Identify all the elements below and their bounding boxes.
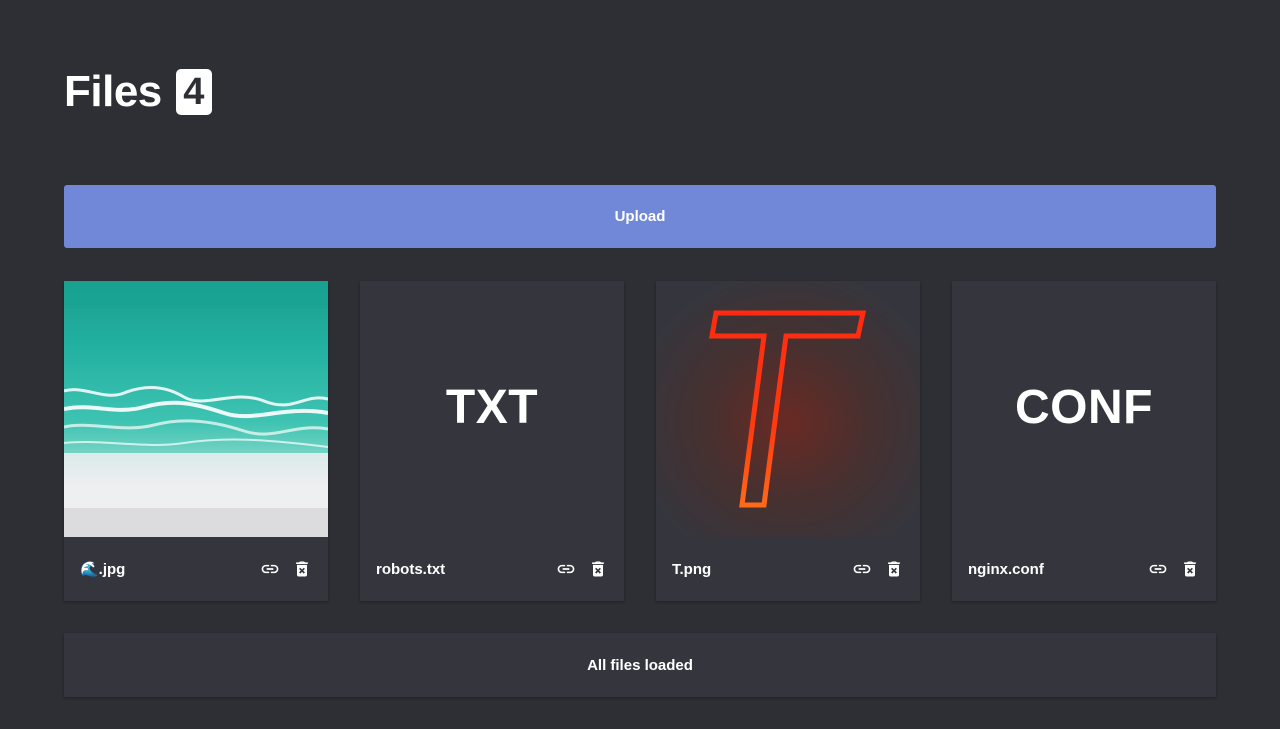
upload-button[interactable]: Upload (64, 185, 1216, 248)
file-type-label: TXT (445, 380, 539, 434)
trash-icon[interactable] (588, 559, 608, 579)
page-title: Files (64, 67, 162, 116)
file-name: robots.txt (376, 560, 446, 578)
load-status-text: All files loaded (587, 656, 693, 674)
file-card[interactable]: CONF nginx.conf (952, 281, 1216, 601)
file-card-footer: nginx.conf (952, 537, 1216, 601)
file-actions (556, 559, 608, 579)
trash-icon[interactable] (1180, 559, 1200, 579)
file-preview-text[interactable]: TXT (360, 281, 624, 537)
file-actions (852, 559, 904, 579)
file-name: 🌊.jpg (80, 561, 126, 578)
load-status: All files loaded (64, 633, 1216, 697)
trash-icon[interactable] (292, 559, 312, 579)
link-icon[interactable] (852, 559, 872, 579)
link-icon[interactable] (556, 559, 576, 579)
file-type-label: CONF (1015, 380, 1153, 434)
file-grid: 🌊.jpg TXT robots.txt T.png CONF nginx.co… (64, 281, 1216, 601)
file-card-footer: 🌊.jpg (64, 537, 328, 601)
file-name: nginx.conf (968, 560, 1044, 578)
file-card[interactable]: T.png (656, 281, 920, 601)
page-header: Files 4 (64, 68, 212, 116)
beach-image (64, 281, 328, 537)
file-name: T.png (672, 560, 712, 578)
file-preview-image[interactable] (64, 281, 328, 537)
neon-t-image (656, 281, 920, 537)
file-actions (1148, 559, 1200, 579)
trash-icon[interactable] (884, 559, 904, 579)
file-preview-text[interactable]: CONF (952, 281, 1216, 537)
file-preview-image[interactable] (656, 281, 920, 537)
file-card-footer: robots.txt (360, 537, 624, 601)
file-card[interactable]: 🌊.jpg (64, 281, 328, 601)
file-card[interactable]: TXT robots.txt (360, 281, 624, 601)
file-actions (260, 559, 312, 579)
file-card-footer: T.png (656, 537, 920, 601)
link-icon[interactable] (260, 559, 280, 579)
link-icon[interactable] (1148, 559, 1168, 579)
files-page: Files 4 Upload 🌊.jpg TXT robots.txt T.pn… (0, 0, 1280, 729)
file-count-badge: 4 (175, 69, 212, 115)
